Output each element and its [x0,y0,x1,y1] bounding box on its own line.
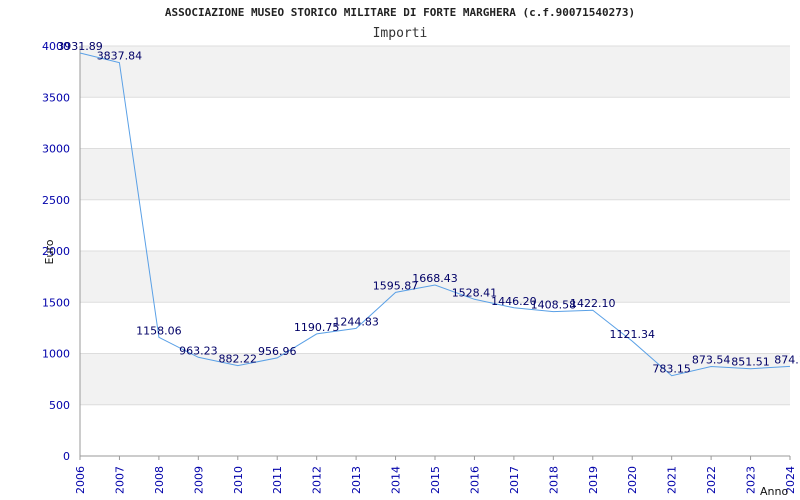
data-label: 1158.06 [136,324,182,337]
y-tick-label: 500 [49,399,70,412]
x-tick-label: 2020 [626,466,639,494]
data-label: 783.15 [652,363,691,376]
x-tick-label: 2015 [429,466,442,494]
x-tick-label: 2006 [74,466,87,494]
chart-title: ASSOCIAZIONE MUSEO STORICO MILITARE DI F… [165,6,635,19]
x-tick-label: 2009 [192,466,205,494]
x-tick-label: 2017 [508,466,521,494]
data-label: 1121.34 [609,328,655,341]
x-tick-label: 2012 [311,466,324,494]
data-label: 963.23 [179,344,218,357]
x-tick-label: 2007 [113,466,126,494]
x-tick-label: 2022 [705,466,718,494]
y-tick-label: 0 [63,450,70,463]
data-label: 1668.43 [412,272,458,285]
grid-band [80,46,790,98]
data-label: 851.51 [731,356,770,369]
data-label: 956.96 [258,345,297,358]
data-label: 882.22 [219,353,258,366]
series-line [79,52,791,377]
y-tick-label: 3000 [42,143,70,156]
line-chart: ASSOCIAZIONE MUSEO STORICO MILITARE DI F… [42,6,800,498]
x-tick-label: 2014 [390,466,403,494]
data-label: 1244.83 [333,315,379,328]
x-tick-label: 2018 [547,466,560,494]
x-tick-label: 2011 [271,466,284,494]
y-tick-label: 1500 [42,296,70,309]
data-label: 1422.10 [570,297,616,310]
y-axis-label: Euro [43,239,56,264]
chart-subtitle: Importi [373,26,428,41]
x-axis-label: Anno [760,485,788,498]
x-tick-label: 2016 [468,466,481,494]
x-tick-labels: 2006 2007 2008 2009 2010 2011 2012 2013 2014 2015… [74,466,797,494]
y-tick-label: 2500 [42,194,70,207]
series-polyline [79,52,791,377]
y-tick-label: 1000 [42,348,70,361]
x-tick-label: 2008 [153,466,166,494]
x-tick-label: 2021 [666,466,679,494]
data-label: 873.54 [692,353,731,366]
x-tick-label: 2019 [587,466,600,494]
y-tick-label: 3500 [42,91,70,104]
x-tick-label: 2013 [350,466,363,494]
data-label: 3837.84 [97,50,143,63]
x-tick-label: 2010 [232,466,245,494]
grid-band [80,148,790,200]
grid-band [80,353,790,405]
x-tick-label: 2023 [745,466,758,494]
data-label: 874.1 [774,353,800,366]
